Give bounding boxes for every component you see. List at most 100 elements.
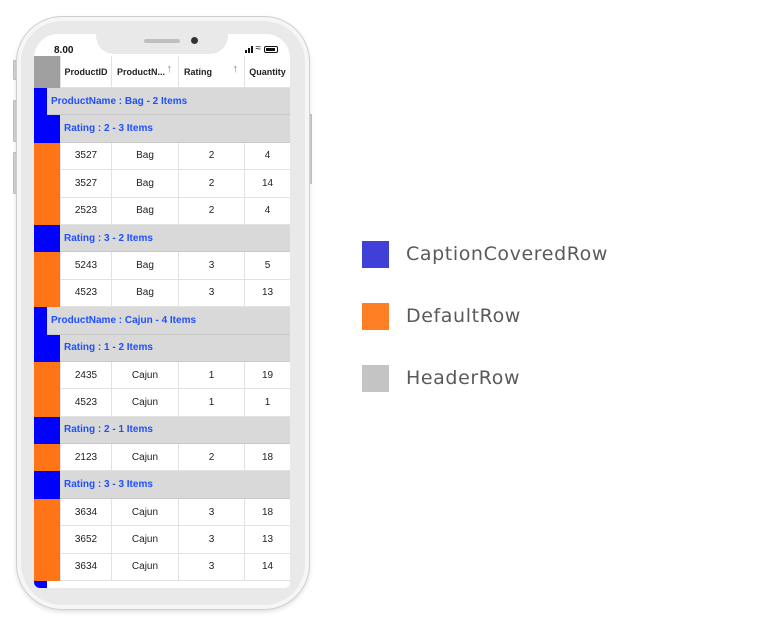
- grid-cell[interactable]: 18: [244, 498, 290, 527]
- grid-cell[interactable]: 2: [178, 170, 244, 198]
- grid-cell[interactable]: 2435: [60, 361, 111, 390]
- row-indent-cell: [34, 498, 60, 527]
- header-row: ProductID ProductN... ↑ Rating ↑ Quantity: [34, 56, 290, 88]
- grid-cell[interactable]: Cajun: [111, 444, 178, 472]
- caption-row[interactable]: Rating : 3 - 2 Items: [34, 224, 290, 253]
- grid-cell[interactable]: 1: [244, 389, 290, 417]
- grid-cell[interactable]: Cajun: [111, 498, 178, 527]
- legend-label: HeaderRow: [406, 367, 521, 389]
- caption-row[interactable]: ProductName : Cajun - 4 Items: [34, 307, 290, 335]
- caption-row[interactable]: ProductName : Bag - 2 Items: [34, 88, 290, 116]
- grid-cell[interactable]: Bag: [111, 252, 178, 280]
- caption-indent-cell: [34, 471, 47, 499]
- data-row[interactable]: 4523 Cajun 1 1: [34, 389, 290, 417]
- group-caption[interactable]: Rating : 2 - 3 Items: [60, 115, 290, 143]
- group-caption[interactable]: ProductName : Bag - 2 Items: [47, 88, 290, 116]
- legend-swatch: [362, 364, 389, 392]
- data-row[interactable]: 2523 Bag 2 4: [34, 197, 290, 225]
- data-row[interactable]: 4523 Bag 3 13: [34, 279, 290, 308]
- caption-indent-cell: [47, 115, 60, 143]
- grid-cell[interactable]: 1: [178, 389, 244, 417]
- grid-cell[interactable]: 3652: [60, 526, 111, 554]
- column-header-3[interactable]: Rating ↑: [178, 56, 244, 88]
- grid-cell[interactable]: 19: [244, 361, 290, 390]
- grid-cell[interactable]: 3634: [60, 498, 111, 527]
- grid-cell[interactable]: 5243: [60, 252, 111, 280]
- caption-indent-cell: [34, 416, 47, 445]
- grid-cell[interactable]: Bag: [111, 142, 178, 171]
- status-icons: ≈: [244, 44, 278, 54]
- header-indent-cell: [47, 56, 60, 88]
- group-caption[interactable]: Rating : 2 - 1 Items: [60, 416, 290, 445]
- grid-cell[interactable]: 18: [244, 444, 290, 472]
- data-grid[interactable]: ProductID ProductN... ↑ Rating ↑ Quantity Prod…: [34, 56, 290, 588]
- row-indent-cell: [34, 361, 60, 390]
- data-row[interactable]: 3527 Bag 2 4: [34, 142, 290, 171]
- grid-cell[interactable]: 3527: [60, 170, 111, 198]
- data-row[interactable]: 3634 Cajun 3 14: [34, 553, 290, 582]
- grid-cell[interactable]: 1: [178, 361, 244, 390]
- row-indent-cell: [34, 389, 60, 417]
- caption-indent-cell: [47, 471, 60, 499]
- grid-cell[interactable]: 3: [178, 252, 244, 280]
- group-caption[interactable]: Rating : 3 - 2 Items: [60, 224, 290, 253]
- grid-cell[interactable]: 3: [178, 526, 244, 554]
- data-row[interactable]: 2123 Cajun 2 18: [34, 444, 290, 472]
- sort-ascending-icon[interactable]: ↑: [233, 63, 239, 75]
- grid-cell[interactable]: 13: [244, 526, 290, 554]
- grid-cell[interactable]: 3: [178, 553, 244, 582]
- grid-cell[interactable]: 2: [178, 197, 244, 225]
- grid-cell[interactable]: Bag: [111, 170, 178, 198]
- grid-cell[interactable]: 3634: [60, 553, 111, 582]
- sort-ascending-icon[interactable]: ↑: [167, 63, 173, 75]
- speaker-grille: [144, 39, 180, 43]
- row-indent-cell: [34, 197, 60, 225]
- front-camera: [191, 37, 198, 44]
- column-header-1[interactable]: ProductID: [60, 56, 111, 88]
- grid-cell[interactable]: 14: [244, 170, 290, 198]
- grid-cell[interactable]: Bag: [111, 279, 178, 308]
- grid-cell[interactable]: Cajun: [111, 553, 178, 582]
- group-caption[interactable]: Rating : 1 - 2 Items: [60, 334, 290, 362]
- grid-cell[interactable]: 13: [244, 279, 290, 308]
- grid-cell[interactable]: 4: [244, 197, 290, 225]
- grid-cell[interactable]: 2523: [60, 197, 111, 225]
- grid-cell[interactable]: 3: [178, 279, 244, 308]
- caption-row[interactable]: Rating : 1 - 2 Items: [34, 334, 290, 362]
- grid-cell[interactable]: 14: [244, 553, 290, 582]
- caption-row[interactable]: Rating : 3 - 3 Items: [34, 471, 290, 499]
- legend-item: CaptionCoveredRow: [362, 240, 682, 268]
- grid-cell[interactable]: 2: [178, 142, 244, 171]
- caption-row[interactable]: Rating : 2 - 1 Items: [34, 416, 290, 445]
- grid-cell[interactable]: 4523: [60, 389, 111, 417]
- data-row[interactable]: 5243 Bag 3 5: [34, 252, 290, 280]
- grid-cell[interactable]: 2123: [60, 444, 111, 472]
- grid-cell[interactable]: Cajun: [111, 361, 178, 390]
- grid-cell[interactable]: 4523: [60, 279, 111, 308]
- group-caption[interactable]: Rating : 3 - 3 Items: [60, 471, 290, 499]
- grid-cell[interactable]: 3527: [60, 142, 111, 171]
- grid-cell[interactable]: 4: [244, 142, 290, 171]
- grid-cell[interactable]: 2: [178, 444, 244, 472]
- column-header-label: Quantity: [249, 66, 286, 77]
- grid-cell[interactable]: 3: [178, 498, 244, 527]
- grid-cell[interactable]: Cajun: [111, 526, 178, 554]
- caption-indent-cell: [47, 224, 60, 253]
- phone-screen: 8.00 ≈ ProductID ProductN... ↑ Rating ↑ Quant…: [34, 34, 290, 588]
- data-row[interactable]: 2435 Cajun 1 19: [34, 361, 290, 390]
- column-header-4[interactable]: Quantity: [244, 56, 290, 88]
- grid-cell[interactable]: Cajun: [111, 389, 178, 417]
- data-row[interactable]: 3527 Bag 2 14: [34, 170, 290, 198]
- column-header-2[interactable]: ProductN... ↑: [111, 56, 178, 88]
- group-caption[interactable]: ProductName : Cajun - 4 Items: [47, 307, 290, 335]
- data-row[interactable]: 3652 Cajun 3 13: [34, 526, 290, 554]
- row-indent-cell: [34, 444, 60, 472]
- row-indent-cell: [34, 553, 60, 582]
- caption-row[interactable]: Rating : 2 - 3 Items: [34, 115, 290, 143]
- grid-cell[interactable]: Bag: [111, 197, 178, 225]
- column-header-label: ProductN...: [117, 66, 166, 77]
- data-row[interactable]: 3634 Cajun 3 18: [34, 498, 290, 527]
- phone-notch: [96, 34, 228, 54]
- legend-swatch: [362, 240, 389, 268]
- grid-cell[interactable]: 5: [244, 252, 290, 280]
